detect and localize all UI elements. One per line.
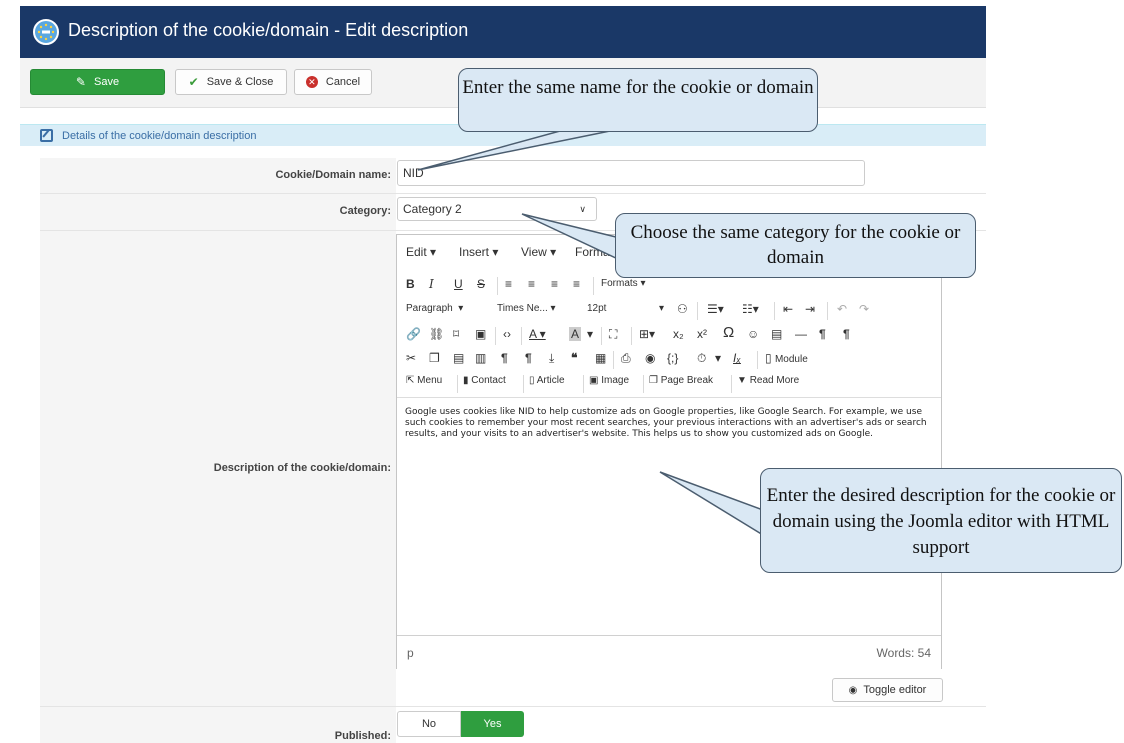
callout-tail bbox=[659, 471, 764, 537]
callout-description-hint: Enter the desired description for the co… bbox=[760, 468, 1122, 573]
callout-category-hint: Choose the same category for the cookie … bbox=[615, 213, 976, 278]
callout-name-hint: Enter the same name for the cookie or do… bbox=[458, 68, 818, 132]
callout-tail bbox=[521, 213, 621, 262]
callout-tail bbox=[417, 130, 611, 171]
